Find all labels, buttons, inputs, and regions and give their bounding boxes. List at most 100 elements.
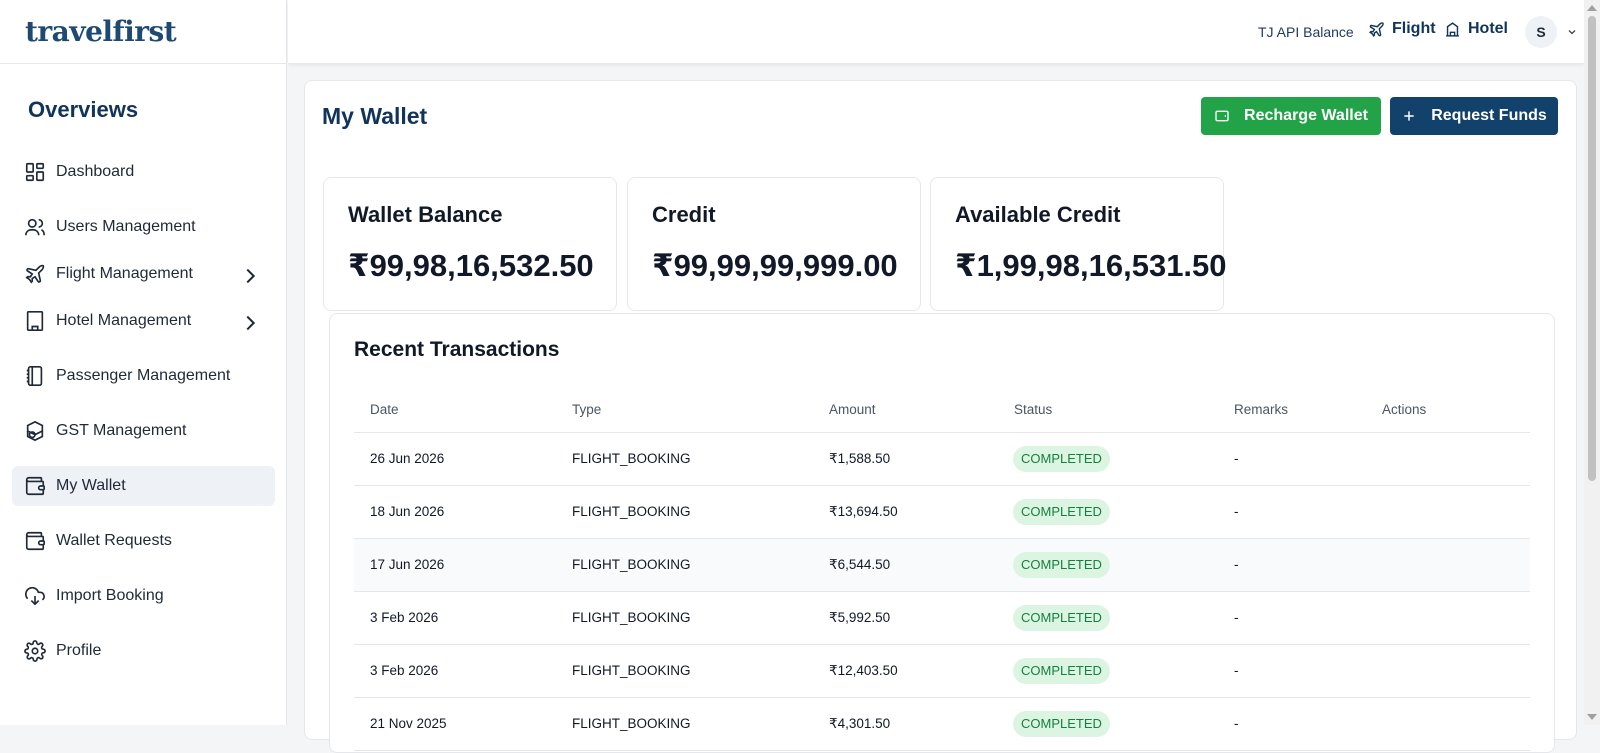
passport-icon <box>26 366 43 386</box>
cell-type: FLIGHT_BOOKING <box>572 716 691 731</box>
top-bar: TJ API Balance Flight Hotel S <box>288 0 1584 64</box>
cell-date: 17 Jun 2026 <box>370 557 445 572</box>
sidebar-item-gst-management[interactable]: GST Management <box>12 411 275 451</box>
table-row[interactable]: 3 Feb 2026 FLIGHT_BOOKING ₹12,403.50 COM… <box>354 645 1530 698</box>
sidebar-section-title: Overviews <box>28 97 139 122</box>
status-badge: COMPLETED <box>1013 605 1110 631</box>
table-row[interactable]: 18 Jun 2026 FLIGHT_BOOKING ₹13,694.50 CO… <box>354 486 1530 539</box>
stat-label: Credit <box>652 202 716 227</box>
chevron-right-icon <box>246 315 256 331</box>
wallet-icon <box>25 476 45 496</box>
wallet-icon <box>25 531 45 551</box>
chevron-down-icon[interactable] <box>1566 26 1578 38</box>
hotel-link-label: Hotel <box>1468 20 1508 37</box>
sidebar-item-import-booking[interactable]: Import Booking <box>12 576 275 616</box>
column-header-type: Type <box>572 402 602 417</box>
logo[interactable]: travelfirst <box>25 15 177 48</box>
page-scrollbar[interactable] <box>1584 0 1600 725</box>
cell-type: FLIGHT_BOOKING <box>572 451 691 466</box>
sidebar-item-label: Flight Management <box>56 265 193 282</box>
sidebar-item-flight-management[interactable]: Flight Management <box>12 254 275 294</box>
cell-amount: ₹13,694.50 <box>829 504 898 519</box>
hotel-icon <box>1446 21 1459 37</box>
wallet-icon <box>1215 110 1229 122</box>
sidebar-item-label: Wallet Requests <box>56 532 172 549</box>
available-credit-card: Available Credit ₹1,99,98,16,531.50 <box>930 177 1227 311</box>
sidebar-item-label: Passenger Management <box>56 367 231 384</box>
cell-remarks: - <box>1234 663 1239 678</box>
cell-date: 21 Nov 2025 <box>370 716 447 731</box>
page-title: My Wallet <box>322 103 428 129</box>
stat-value: ₹1,99,98,16,531.50 <box>955 248 1227 283</box>
api-balance-link[interactable]: TJ API Balance <box>1258 24 1354 40</box>
transactions-table: Date Type Amount Status Remarks Actions … <box>354 386 1530 751</box>
table-row[interactable]: 17 Jun 2026 FLIGHT_BOOKING ₹6,544.50 COM… <box>354 539 1530 592</box>
scroll-thumb[interactable] <box>1588 16 1596 481</box>
recent-transactions-card: Recent Transactions Date Type Amount Sta… <box>329 313 1555 753</box>
table-row[interactable]: 3 Feb 2026 FLIGHT_BOOKING ₹5,992.50 COMP… <box>354 592 1530 645</box>
status-badge: COMPLETED <box>1013 658 1110 684</box>
status-badge: COMPLETED <box>1013 552 1110 578</box>
table-row[interactable]: 26 Jun 2026 FLIGHT_BOOKING ₹1,588.50 COM… <box>354 433 1530 486</box>
sidebar-item-label: Dashboard <box>56 163 135 180</box>
cell-amount: ₹5,992.50 <box>829 610 891 625</box>
sidebar-item-wallet-requests[interactable]: Wallet Requests <box>12 521 275 561</box>
sidebar-item-label: GST Management <box>56 422 187 439</box>
cell-remarks: - <box>1234 716 1239 731</box>
plus-icon <box>1404 111 1414 121</box>
logo-area: travelfirst <box>0 0 286 64</box>
column-header-date: Date <box>370 402 399 417</box>
flight-link-label: Flight <box>1392 20 1436 37</box>
column-header-status: Status <box>1014 402 1053 417</box>
dashboard-icon <box>25 162 45 182</box>
cell-type: FLIGHT_BOOKING <box>572 557 691 572</box>
cell-date: 18 Jun 2026 <box>370 504 445 519</box>
request-funds-button[interactable]: Request Funds <box>1390 97 1558 135</box>
sidebar-item-label: Profile <box>56 642 102 659</box>
wallet-balance-card: Wallet Balance ₹99,98,16,532.50 <box>323 177 617 311</box>
cell-amount: ₹6,544.50 <box>829 557 891 572</box>
cell-date: 3 Feb 2026 <box>370 610 439 625</box>
table-header: Date Type Amount Status Remarks Actions <box>354 386 1530 433</box>
hotel-link[interactable]: Hotel <box>1444 20 1508 38</box>
sidebar-item-users-management[interactable]: Users Management <box>12 207 275 247</box>
chevron-right-icon <box>246 268 256 284</box>
cell-amount: ₹1,588.50 <box>829 451 891 466</box>
stat-label: Wallet Balance <box>348 202 503 227</box>
sidebar-item-label: Users Management <box>56 218 196 235</box>
column-header-amount: Amount <box>829 402 876 417</box>
credit-card: Credit ₹99,99,99,999.00 <box>627 177 921 311</box>
stat-label: Available Credit <box>955 202 1121 227</box>
recharge-wallet-button[interactable]: Recharge Wallet <box>1201 97 1381 135</box>
section-title: Recent Transactions <box>354 338 560 361</box>
status-badge: COMPLETED <box>1013 446 1110 472</box>
sidebar-item-profile[interactable]: Profile <box>12 631 275 671</box>
sidebar-item-label: Import Booking <box>56 587 164 604</box>
recharge-wallet-label: Recharge Wallet <box>1244 107 1368 124</box>
sidebar-item-hotel-management[interactable]: Hotel Management <box>12 301 275 341</box>
status-badge: COMPLETED <box>1013 711 1110 737</box>
cell-remarks: - <box>1234 557 1239 572</box>
cell-date: 3 Feb 2026 <box>370 663 439 678</box>
sidebar-item-my-wallet[interactable]: My Wallet <box>12 466 275 506</box>
cell-type: FLIGHT_BOOKING <box>572 663 691 678</box>
cell-remarks: - <box>1234 451 1239 466</box>
building-icon <box>26 311 44 331</box>
plane-icon <box>1369 21 1384 37</box>
cell-date: 26 Jun 2026 <box>370 451 445 466</box>
column-header-actions: Actions <box>1382 402 1427 417</box>
request-funds-label: Request Funds <box>1431 107 1547 124</box>
cell-remarks: - <box>1234 610 1239 625</box>
flight-link[interactable]: Flight <box>1368 20 1436 38</box>
scroll-up-arrow[interactable] <box>1587 5 1597 11</box>
cell-type: FLIGHT_BOOKING <box>572 504 691 519</box>
sidebar-item-label: Hotel Management <box>56 312 192 329</box>
scroll-down-arrow[interactable] <box>1587 714 1597 720</box>
sidebar-item-label: My Wallet <box>56 477 126 494</box>
avatar[interactable]: S <box>1525 16 1557 48</box>
sidebar-item-passenger-management[interactable]: Passenger Management <box>12 356 275 396</box>
gear-icon <box>24 640 46 662</box>
cell-type: FLIGHT_BOOKING <box>572 610 691 625</box>
sidebar: travelfirst Overviews Dashboard Users Ma… <box>0 0 287 725</box>
sidebar-item-dashboard[interactable]: Dashboard <box>12 152 275 192</box>
